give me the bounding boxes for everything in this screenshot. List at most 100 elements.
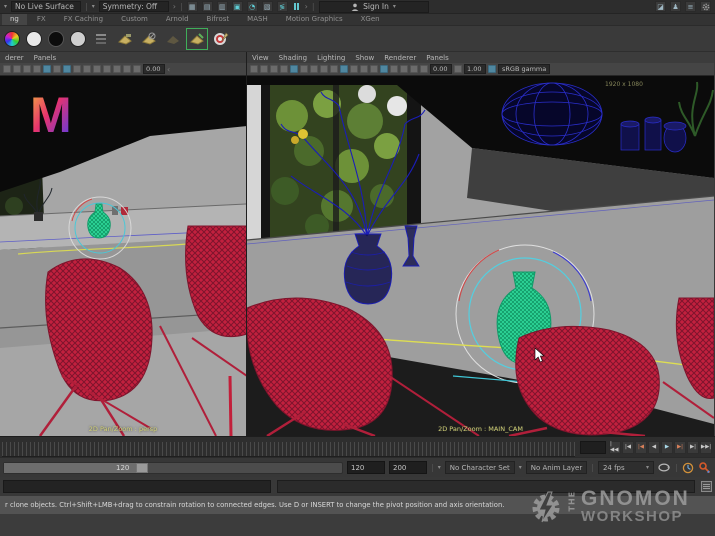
snap-grid-icon[interactable]: ▦	[186, 1, 198, 12]
color-management-icon[interactable]	[488, 65, 496, 73]
viewport-toolbar-icon[interactable]	[23, 65, 31, 73]
fps-dropdown[interactable]: 24 fps ▾	[597, 461, 654, 474]
polygon-project-icon[interactable]	[140, 30, 158, 48]
chevron-down-icon[interactable]: ▾	[92, 3, 95, 10]
range-slider-handle[interactable]	[136, 462, 148, 473]
viewport-toolbar-icon[interactable]	[53, 65, 61, 73]
live-surface-field[interactable]: No Live Surface	[11, 1, 82, 12]
character-set-dropdown[interactable]: No Character Set	[444, 461, 515, 474]
viewport-toolbar-icon[interactable]	[43, 65, 51, 73]
viewport-toolbar-icon[interactable]	[33, 65, 41, 73]
viewport-toolbar-icon[interactable]	[370, 65, 378, 73]
viewport-toolbar-icon[interactable]	[93, 65, 101, 73]
snap-plane-icon[interactable]: ▣	[231, 1, 243, 12]
shelf-tab-arnold[interactable]: Arnold	[158, 14, 197, 25]
shelf-tab-bifrost[interactable]: Bifrost	[199, 14, 238, 25]
construction-history-icon[interactable]: ▧	[261, 1, 273, 12]
shelf-tab-xgen[interactable]: XGen	[353, 14, 388, 25]
mel-command-input[interactable]	[3, 480, 271, 493]
viewport-toolbar-icon[interactable]	[3, 65, 11, 73]
chevron-right-icon[interactable]: ›	[305, 2, 308, 11]
exposure-field[interactable]: 0.00	[143, 64, 165, 74]
play-backwards-button[interactable]: ◀	[648, 440, 660, 454]
chevron-down-icon[interactable]: ▾	[519, 464, 522, 471]
playback-start-field[interactable]: 120	[347, 461, 385, 474]
viewport-toolbar-icon[interactable]	[290, 65, 298, 73]
viewport-main-cam[interactable]: View Shading Lighting Show Renderer Pane…	[247, 52, 714, 436]
snap-point-icon[interactable]: ▥	[216, 1, 228, 12]
viewport-toolbar-icon[interactable]	[63, 65, 71, 73]
step-forward-frame-button[interactable]: ▶|	[687, 440, 699, 454]
animation-preferences-clock-icon[interactable]	[682, 461, 695, 474]
viewport-toolbar-icon[interactable]	[260, 65, 268, 73]
viewport-toolbar-icon[interactable]	[400, 65, 408, 73]
step-back-frame-button[interactable]: |◀	[622, 440, 634, 454]
go-to-end-button[interactable]: ▶▶|	[700, 440, 712, 454]
range-slider[interactable]: 120	[3, 461, 343, 474]
viewport-toolbar-icon[interactable]	[300, 65, 308, 73]
playback-end-field[interactable]: 200	[389, 461, 427, 474]
step-back-key-button[interactable]: |◀	[635, 440, 647, 454]
menu-show[interactable]: Show	[355, 54, 374, 62]
viewport-toolbar-icon[interactable]	[340, 65, 348, 73]
time-slider-ticks[interactable]	[2, 442, 575, 457]
viewport-toolbar-icon[interactable]	[454, 65, 462, 73]
gear-icon[interactable]	[700, 1, 711, 12]
shelf-tab-custom[interactable]: Custom	[113, 14, 156, 25]
time-slider[interactable]: |◀◀ |◀ |◀ ◀ ▶ ▶| ▶| ▶▶|	[0, 436, 715, 457]
evaluation-icon[interactable]: ≶	[276, 1, 288, 12]
chevron-down-icon[interactable]: ▾	[438, 464, 441, 471]
viewport-toolbar-icon[interactable]	[103, 65, 111, 73]
viewport-toolbar-icon[interactable]	[310, 65, 318, 73]
chevron-down-icon[interactable]: ▾	[4, 3, 7, 10]
pause-icon[interactable]	[292, 1, 301, 12]
viewport-toolbar-icon[interactable]	[123, 65, 131, 73]
active-tool-icon[interactable]	[186, 27, 208, 50]
viewport-toolbar-icon[interactable]	[360, 65, 368, 73]
viewport-toolbar-icon[interactable]	[390, 65, 398, 73]
chevron-right-icon[interactable]: ›	[173, 2, 176, 11]
polygon-tool-icon[interactable]	[116, 30, 134, 48]
chevron-left-icon[interactable]: ‹	[167, 65, 170, 74]
gray-material-swatch[interactable]	[70, 30, 86, 47]
viewport-toolbar-icon[interactable]	[330, 65, 338, 73]
shelf-tab-fx[interactable]: FX	[29, 14, 54, 25]
list-icon[interactable]: ≡	[685, 1, 696, 12]
menu-panels[interactable]: Panels	[34, 54, 57, 62]
viewport-persp[interactable]: derer Panels 0.00 ‹ M 2D Pan/Zoom: pers…	[0, 52, 247, 436]
viewport-toolbar-icon[interactable]	[410, 65, 418, 73]
auto-keyframe-icon[interactable]	[699, 461, 712, 474]
character-icon[interactable]: ♟	[670, 1, 681, 12]
viewport-toolbar-icon[interactable]	[83, 65, 91, 73]
current-frame-field[interactable]	[580, 440, 606, 454]
step-forward-key-button[interactable]: ▶|	[674, 440, 686, 454]
viewport-toolbar-icon[interactable]	[133, 65, 141, 73]
viewport-toolbar-icon[interactable]	[350, 65, 358, 73]
playback-loop-icon[interactable]	[658, 461, 671, 474]
viewport-scene-persp[interactable]: M 2D Pan/Zoom: persp	[0, 76, 246, 436]
viewport-toolbar-icon[interactable]	[73, 65, 81, 73]
go-to-start-button[interactable]: |◀◀	[609, 440, 621, 454]
color-space-dropdown[interactable]: sRGB gamma	[498, 64, 551, 74]
sign-in-button[interactable]: Sign In ▾	[318, 0, 429, 13]
color-wheel-swatch[interactable]	[4, 30, 20, 47]
viewport-toolbar-icon[interactable]	[250, 65, 258, 73]
black-material-swatch[interactable]	[48, 30, 64, 47]
gamma-field[interactable]: 1.00	[464, 64, 486, 74]
shelf-tab-fx-caching[interactable]: FX Caching	[56, 14, 111, 25]
anim-layer-dropdown[interactable]: No Anim Layer	[525, 461, 588, 474]
viewport-toolbar-icon[interactable]	[380, 65, 388, 73]
viewport-toolbar-icon[interactable]	[113, 65, 121, 73]
viewport-toolbar-icon[interactable]	[13, 65, 21, 73]
viewport-toolbar-icon[interactable]	[270, 65, 278, 73]
screen-capture-icon[interactable]: ◪	[655, 1, 666, 12]
history-toggle-icon[interactable]: ◔	[246, 1, 258, 12]
shelf-tab-mash[interactable]: MASH	[239, 14, 276, 25]
viewport-toolbar-icon[interactable]	[280, 65, 288, 73]
menu-panels[interactable]: Panels	[426, 54, 449, 62]
white-material-swatch[interactable]	[26, 30, 42, 47]
quad-draw-icon[interactable]	[164, 30, 182, 48]
layers-icon[interactable]	[92, 30, 110, 48]
menu-view[interactable]: View	[252, 54, 269, 62]
shelf-tab-motion-graphics[interactable]: Motion Graphics	[278, 14, 351, 25]
